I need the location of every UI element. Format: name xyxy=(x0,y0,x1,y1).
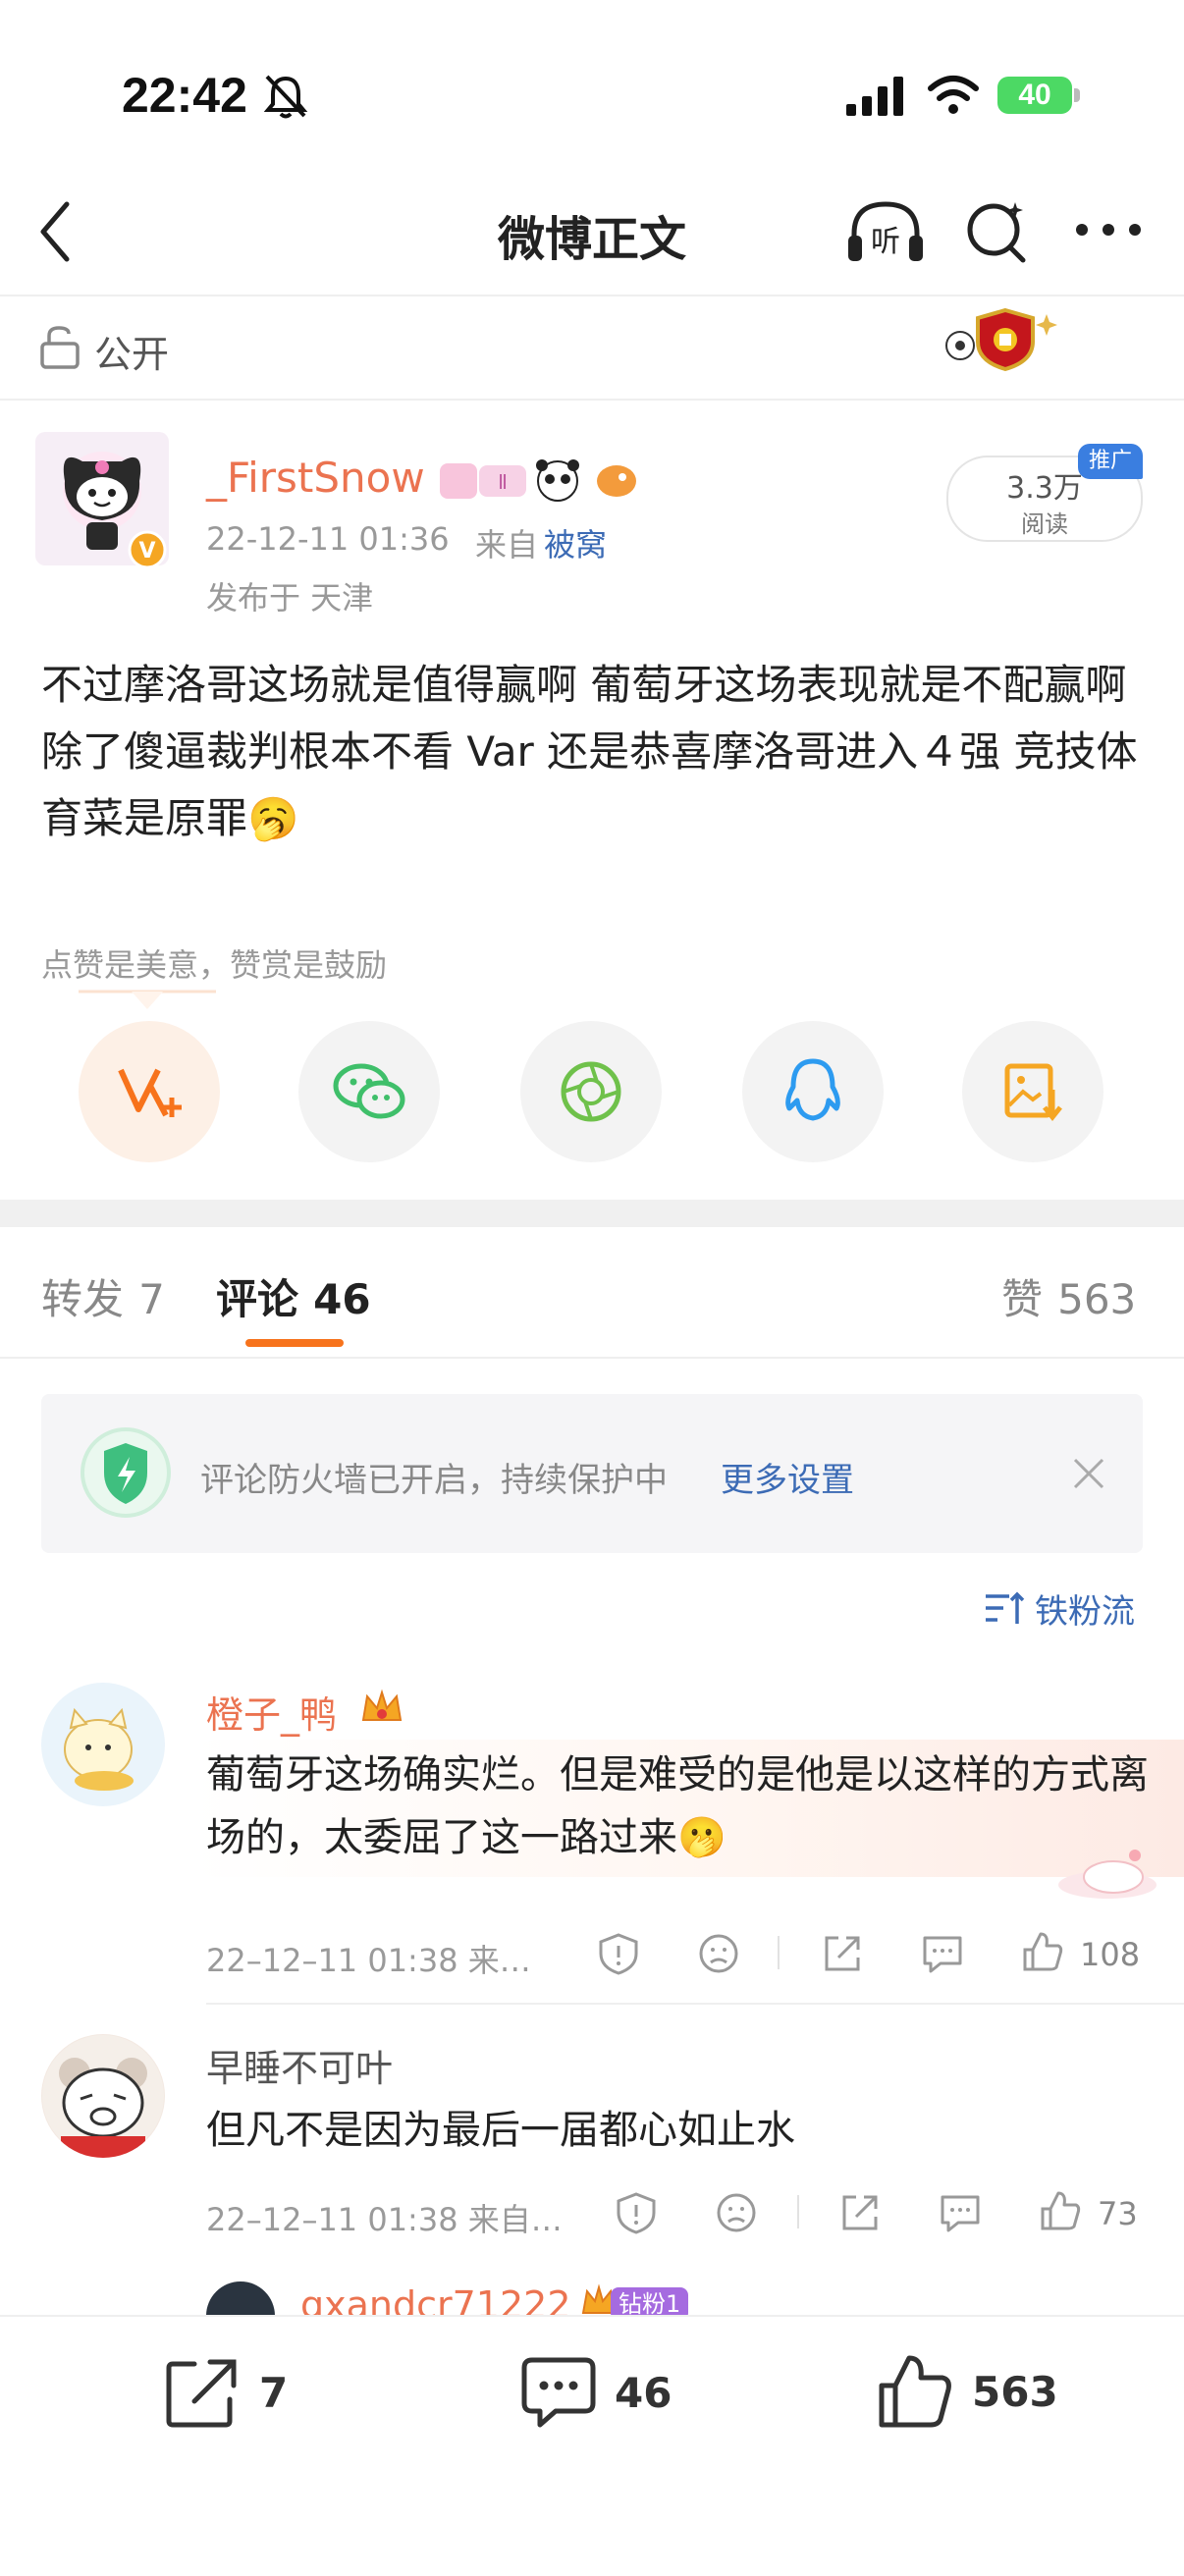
comment-divider xyxy=(206,2003,1184,2005)
like-icon[interactable] xyxy=(1021,1930,1064,1973)
wifi-icon xyxy=(928,76,979,114)
post-source-prefix: 来自 xyxy=(475,526,539,564)
comment-partial: gxandcr71222 钻粉1 xyxy=(0,2268,1184,2315)
crown-badge-icon xyxy=(361,1689,403,1721)
reward-hint: 点赞是美意，赞赏是鼓励 xyxy=(41,946,388,984)
author-name[interactable]: _FirstSnow xyxy=(206,454,425,502)
fan-badge: 钻粉1 xyxy=(611,2287,689,2315)
reply-icon[interactable] xyxy=(921,1932,964,1975)
svg-text:听: 听 xyxy=(871,225,900,259)
repost-icon[interactable] xyxy=(838,2191,882,2234)
sort-icon xyxy=(986,1591,1025,1624)
visibility-divider xyxy=(0,399,1184,401)
bottom-repost-button[interactable]: 7 xyxy=(165,2356,288,2429)
status-time: 22:42 xyxy=(122,68,247,123)
like-icon xyxy=(879,2355,951,2428)
action-separator xyxy=(797,2195,799,2228)
share-wechat-button[interactable] xyxy=(298,1021,440,1162)
verified-badge-icon: V xyxy=(128,530,167,569)
nav-divider xyxy=(0,295,1184,296)
tab-comment[interactable]: 评论 46 xyxy=(216,1266,371,1326)
views-label: 阅读 xyxy=(1021,510,1068,538)
qq-icon xyxy=(785,1058,840,1121)
section-gap xyxy=(0,1200,1184,1227)
comment-avatar[interactable] xyxy=(41,2034,165,2158)
comment-text: 但凡不是因为最后一届都心如止水 xyxy=(206,2108,795,2153)
author-badges-icon: Ⅱ xyxy=(440,459,636,502)
dislike-face-icon[interactable] xyxy=(715,2191,758,2234)
bottom-comment-button[interactable]: 46 xyxy=(520,2356,672,2429)
save-image-button[interactable] xyxy=(962,1021,1103,1162)
svg-text:Ⅱ: Ⅱ xyxy=(498,470,508,494)
tab-active-indicator xyxy=(245,1339,344,1347)
reward-button[interactable] xyxy=(79,1021,220,1162)
shield-icon xyxy=(81,1427,171,1518)
unlock-icon xyxy=(40,326,80,369)
comment-avatar[interactable] xyxy=(41,1683,165,1806)
comment-author[interactable]: gxandcr71222 xyxy=(300,2283,571,2315)
firewall-settings-link[interactable]: 更多设置 xyxy=(721,1453,854,1501)
comment-meta: 22–12–11 01:38 来自… xyxy=(206,2201,563,2238)
bottom-repost-count: 7 xyxy=(259,2368,289,2417)
share-moments-button[interactable] xyxy=(520,1021,662,1162)
action-separator xyxy=(778,1936,780,1969)
save-image-icon xyxy=(1004,1063,1062,1122)
comment-author[interactable]: 早睡不可叶 xyxy=(206,2038,393,2092)
post-source[interactable]: 被窝 xyxy=(544,520,607,565)
sort-label: 铁粉流 xyxy=(1035,1592,1135,1632)
post-timestamp: 22-12-11 01:36 xyxy=(206,520,450,558)
tab-comment-count: 46 xyxy=(313,1275,371,1323)
tab-like-label: 赞 xyxy=(1001,1275,1044,1323)
battery-indicator: 40 xyxy=(997,77,1072,114)
tab-repost-label: 转发 xyxy=(41,1275,125,1323)
close-icon[interactable] xyxy=(1072,1457,1105,1490)
tab-like-count: 563 xyxy=(1057,1275,1137,1323)
reward-v-plus-icon xyxy=(118,1068,182,1117)
bell-muted-icon xyxy=(263,75,308,119)
tab-repost[interactable]: 转发 7 xyxy=(41,1266,165,1326)
report-icon[interactable] xyxy=(615,2191,658,2234)
moments-icon xyxy=(561,1061,621,1122)
tab-comment-label: 评论 xyxy=(216,1275,299,1323)
comment-like-count: 73 xyxy=(1098,2195,1138,2232)
svg-text:V: V xyxy=(138,539,155,564)
reply-icon[interactable] xyxy=(939,2191,982,2234)
comment-icon xyxy=(521,2357,596,2428)
tab-repost-count: 7 xyxy=(138,1275,165,1323)
post-text: 不过摩洛哥这场就是值得赢啊 葡萄牙这场表现就是不配赢啊 除了傻逼裁判根本不看 V… xyxy=(41,661,1138,842)
post-location: 发布于 天津 xyxy=(206,579,374,617)
repost-icon xyxy=(166,2359,237,2428)
visibility-label: 公开 xyxy=(94,333,170,376)
battery-tip xyxy=(1074,88,1080,102)
more-icon[interactable] xyxy=(1074,222,1143,238)
bottom-like-count: 563 xyxy=(972,2367,1058,2416)
bottom-comment-count: 46 xyxy=(615,2368,673,2417)
listen-icon[interactable]: 听 xyxy=(846,196,925,265)
reward-pointer-icon xyxy=(79,990,216,1009)
comment-meta: 22–12–11 01:38 来… xyxy=(206,1942,531,1979)
comment-text: 葡萄牙这场确实烂。但是难受的是他是以这样的方式离场的，太委屈了这一路过来🫢 xyxy=(206,1752,1149,1860)
promo-badge: 推广 xyxy=(1078,444,1143,479)
sort-toggle[interactable]: 铁粉流 xyxy=(984,1584,1135,1633)
comment-author[interactable]: 橙子_鸭 xyxy=(206,1685,337,1739)
world-cup-badge-icon xyxy=(945,307,1057,372)
bottom-like-button[interactable]: 563 xyxy=(876,2352,1058,2431)
share-qq-button[interactable] xyxy=(742,1021,884,1162)
firewall-text: 评论防火墙已开启，持续保护中 xyxy=(200,1461,668,1500)
cellular-signal-icon xyxy=(846,77,903,116)
tab-like[interactable]: 赞 563 xyxy=(1001,1266,1136,1326)
wechat-icon xyxy=(333,1063,405,1119)
tabs-divider xyxy=(0,1357,1184,1359)
comment-like-count: 108 xyxy=(1080,1936,1141,1973)
repost-icon[interactable] xyxy=(821,1932,864,1975)
dislike-face-icon[interactable] xyxy=(697,1932,740,1975)
report-icon[interactable] xyxy=(597,1932,640,1975)
search-icon[interactable] xyxy=(962,196,1031,265)
like-icon[interactable] xyxy=(1039,2189,1082,2232)
comment-avatar[interactable] xyxy=(206,2281,275,2315)
